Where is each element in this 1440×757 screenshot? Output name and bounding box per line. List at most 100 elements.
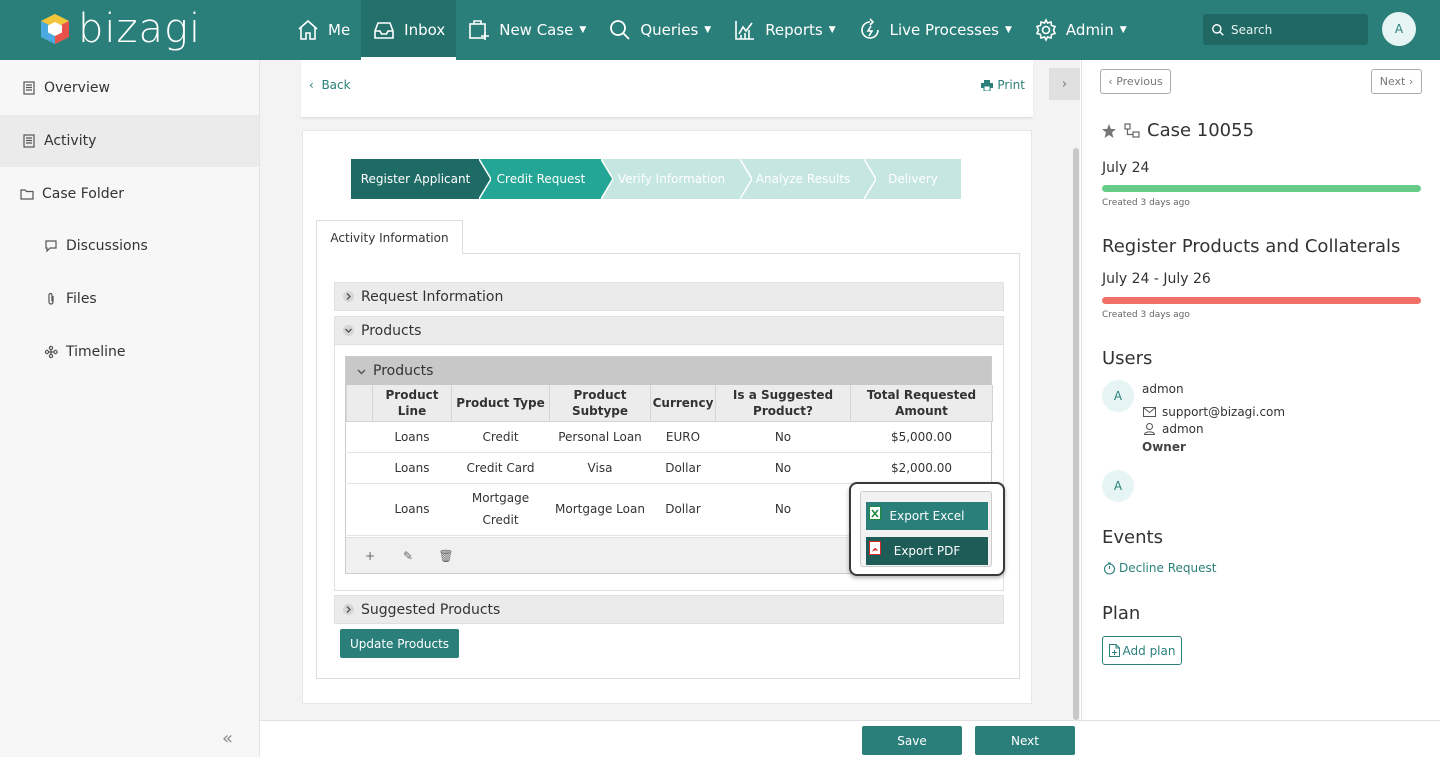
scrollbar[interactable] [1073, 148, 1079, 720]
bizagi-logo[interactable]: bizagi [38, 6, 201, 52]
chevron-down-icon: ▼ [1005, 25, 1012, 35]
next-case-button[interactable]: Next › [1371, 69, 1422, 94]
document-icon [23, 134, 35, 148]
add-plan-button[interactable]: Add plan [1102, 636, 1182, 665]
column-header[interactable]: Product Subtype [549, 385, 651, 422]
timer-icon [1103, 561, 1116, 575]
grid-title-bar[interactable]: Products [346, 357, 991, 385]
nav-live-processes[interactable]: Live Processes ▼ [847, 0, 1023, 60]
star-icon[interactable] [1101, 123, 1117, 139]
table-row[interactable]: Loans Credit Card Visa Dollar No $2,000.… [346, 452, 993, 484]
nav-me-label: Me [328, 21, 351, 39]
nav-inbox[interactable]: Inbox [361, 0, 457, 60]
chevron-right-icon [343, 291, 354, 302]
user-email: support@bizagi.com [1162, 405, 1286, 419]
group-request-information[interactable]: Request Information [334, 282, 1004, 311]
collapse-sidebar-icon[interactable]: « [222, 728, 233, 749]
nav-admin[interactable]: Admin ▼ [1023, 0, 1138, 60]
sidebar-item-timeline[interactable]: Timeline [0, 326, 259, 378]
chevron-down-icon: ▼ [828, 25, 836, 35]
add-row-icon[interactable]: + [364, 549, 376, 563]
chat-icon [45, 240, 57, 253]
add-document-icon [1108, 644, 1120, 657]
activity-card: Register Applicant Credit Request Verify… [302, 130, 1032, 704]
column-header[interactable]: Currency [650, 385, 716, 422]
decline-request-label: Decline Request [1119, 561, 1217, 575]
avatar[interactable]: A [1102, 380, 1134, 412]
export-excel-label: Export Excel [889, 509, 965, 523]
step-delivery[interactable]: Delivery [865, 159, 961, 199]
step-analyze-results[interactable]: Analyze Results [741, 159, 876, 199]
group-products[interactable]: Products [334, 316, 1004, 345]
step-label: Register Applicant [360, 172, 471, 186]
row-select-cell[interactable] [346, 483, 373, 536]
table-cell: EURO [650, 421, 716, 453]
back-label: Back [321, 78, 351, 92]
case-progress-bar [1102, 185, 1421, 192]
group-suggested-products[interactable]: Suggested Products [334, 595, 1004, 624]
user-email-row: support@bizagi.com [1143, 405, 1285, 419]
case-date: July 24 [1102, 160, 1150, 176]
decline-request-link[interactable]: Decline Request [1103, 561, 1216, 575]
table-cell: Credit Card [451, 452, 550, 484]
row-select-cell[interactable] [346, 452, 373, 484]
group-label: Request Information [361, 288, 504, 305]
task-dates: July 24 - July 26 [1102, 271, 1211, 287]
step-verify-information[interactable]: Verify Information [602, 159, 752, 199]
chevron-down-icon: ▼ [704, 25, 712, 35]
search-icon [1212, 23, 1224, 36]
process-icon [1124, 122, 1140, 138]
sidebar-item-label: Timeline [66, 344, 126, 360]
table-row[interactable]: Loans Credit Personal Loan EURO No $5,00… [346, 421, 993, 453]
table-cell: Personal Loan [549, 421, 651, 453]
chevron-down-icon [357, 369, 366, 374]
step-arrow [740, 159, 752, 199]
export-excel-button[interactable]: Export Excel [866, 502, 988, 530]
update-products-button[interactable]: Update Products [340, 629, 459, 658]
next-button[interactable]: Next [975, 726, 1075, 755]
export-pdf-button[interactable]: Export PDF [866, 537, 988, 565]
expand-panel-button[interactable]: › [1049, 68, 1080, 100]
delete-row-icon[interactable]: 🗑 [438, 549, 453, 563]
case-summary-panel: ‹ Previous Next › Case 10055 July 24 Cre… [1081, 60, 1440, 720]
tab-activity-information[interactable]: Activity Information [316, 220, 463, 254]
document-icon [23, 81, 35, 95]
print-link[interactable]: Print [981, 78, 1025, 92]
nav-reports[interactable]: Reports ▼ [722, 0, 846, 60]
table-cell: $2,000.00 [850, 452, 993, 484]
sidebar-item-label: Activity [44, 133, 97, 149]
sidebar-item-discussions[interactable]: Discussions [0, 220, 259, 272]
step-label: Analyze Results [755, 172, 851, 186]
user-avatar[interactable]: A [1382, 12, 1416, 46]
edit-row-icon[interactable]: ✎ [402, 549, 414, 563]
save-button[interactable]: Save [862, 726, 962, 755]
sidebar-item-case-folder[interactable]: Case Folder [0, 168, 259, 220]
nav-new-case-label: New Case [499, 21, 574, 39]
row-select-cell[interactable] [346, 421, 373, 453]
avatar[interactable]: A [1102, 470, 1134, 502]
nav-me[interactable]: Me [285, 0, 361, 60]
inbox-icon [374, 22, 394, 39]
nav-new-case[interactable]: New Case ▼ [456, 0, 597, 60]
column-header[interactable]: Total Requested Amount [850, 385, 993, 422]
sidebar-item-overview[interactable]: Overview [0, 62, 259, 114]
step-register-applicant[interactable]: Register Applicant [351, 159, 491, 199]
column-header[interactable]: Is a Suggested Product? [715, 385, 851, 422]
step-label: Verify Information [617, 172, 726, 186]
table-cell: No [715, 483, 851, 536]
search-input[interactable] [1231, 22, 1361, 37]
previous-case-button[interactable]: ‹ Previous [1100, 69, 1171, 94]
search-box[interactable] [1203, 14, 1368, 45]
folder-icon [20, 189, 34, 200]
nav-queries[interactable]: Queries ▼ [597, 0, 722, 60]
step-credit-request[interactable]: Credit Request [480, 159, 613, 199]
process-stepper: Register Applicant Credit Request Verify… [351, 159, 961, 199]
back-link[interactable]: ‹ Back [309, 78, 351, 92]
sidebar-item-files[interactable]: Files [0, 273, 259, 325]
export-popover: Export Excel Export PDF [849, 482, 1005, 576]
column-header[interactable]: Product Line [372, 385, 452, 422]
sidebar-item-label: Case Folder [42, 186, 124, 202]
column-header[interactable]: Product Type [451, 385, 550, 422]
export-menu: Export Excel Export PDF [860, 491, 992, 567]
sidebar-item-activity[interactable]: Activity [0, 115, 259, 167]
